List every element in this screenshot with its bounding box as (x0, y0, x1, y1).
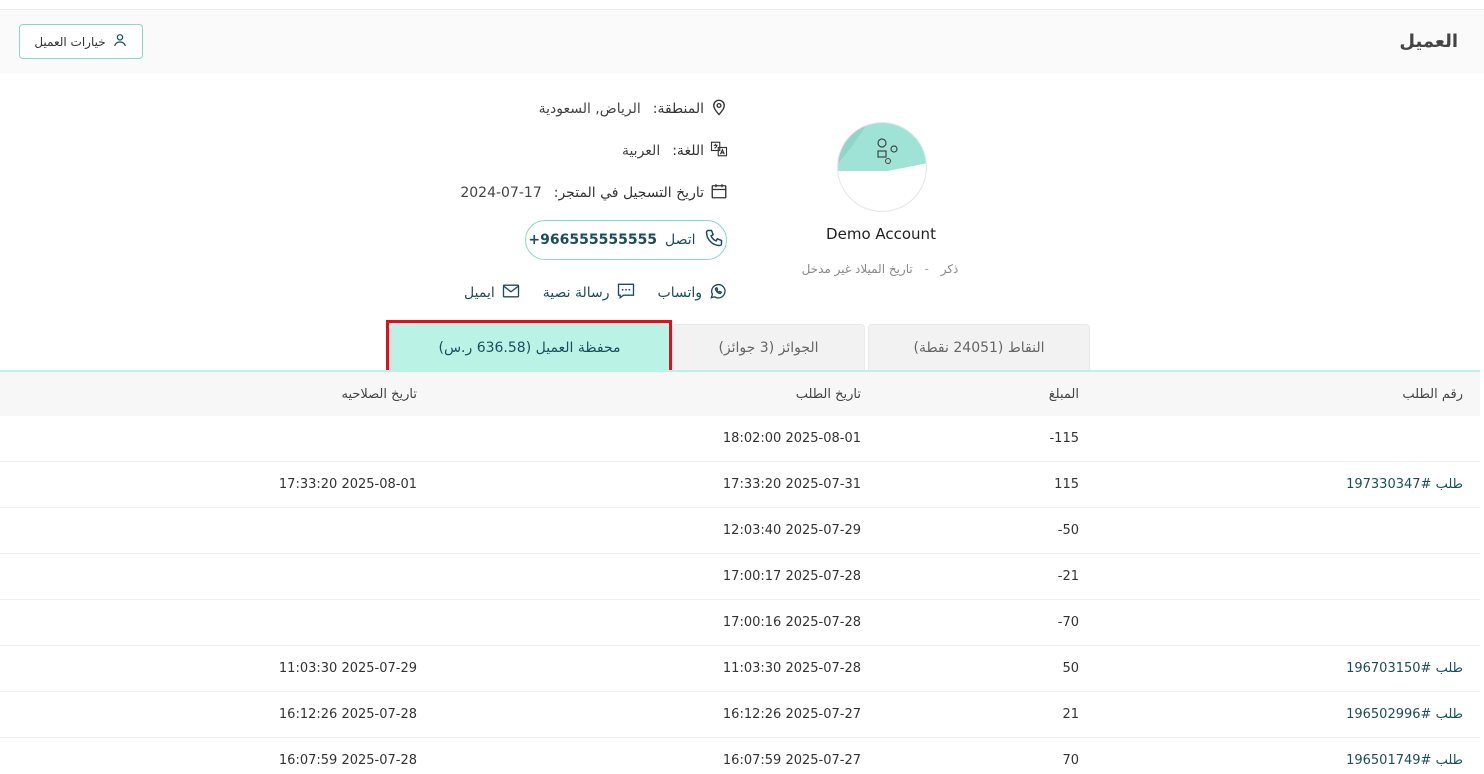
date-cell: 2025-07-28 17:00:17 (722, 569, 861, 584)
date-cell: 2025-07-31 17:33:20 (722, 477, 861, 492)
customer-options-label: خيارات العميل (34, 34, 106, 49)
gender-value: ذكر (940, 262, 959, 276)
column-date: تاريخ الطلب (795, 386, 861, 402)
location-pin-icon (710, 98, 728, 120)
top-divider (0, 0, 1484, 10)
table-row: 70- 2025-07-28 17:00:16 (0, 600, 1480, 646)
meta-separator: - (924, 262, 929, 276)
region-label: المنطقة: (652, 101, 704, 117)
customer-meta: ذكر - تاريخ الميلاد غير مدخل (770, 262, 990, 276)
region-value: الرياض, السعودية (538, 101, 641, 117)
date-cell: 2025-07-27 16:12:26 (722, 707, 861, 722)
amount-cell: 115 (1054, 477, 1079, 492)
whatsapp-link[interactable]: واتساب (658, 281, 728, 305)
contact-actions: واتساب رسالة نصية ايميل (464, 281, 728, 305)
wallet-table: رقم الطلب المبلغ تاريخ الطلب تاريخ الصلا… (0, 372, 1480, 774)
table-row: طلب #196502996 21 2025-07-27 16:12:26 20… (0, 692, 1480, 738)
registered-value: 2024-07-17 (460, 185, 542, 201)
region-row: المنطقة: الرياض, السعودية (539, 98, 728, 120)
amount-cell: 21- (1057, 569, 1079, 584)
registered-row: تاريخ التسجيل في المتجر: 2024-07-17 (460, 182, 728, 204)
amount-cell: 21 (1062, 707, 1079, 722)
amount-cell: 70- (1057, 615, 1079, 630)
table-row: 50- 2025-07-29 12:03:40 (0, 508, 1480, 554)
translate-icon (710, 140, 728, 162)
amount-cell: 50 (1062, 661, 1079, 676)
order-link[interactable]: طلب #197330347 (1346, 462, 1463, 507)
tab-points[interactable]: النقاط (24051 نقطة) (868, 324, 1090, 370)
whatsapp-icon (708, 281, 728, 305)
expiry-cell: 2025-07-28 16:12:26 (278, 707, 417, 722)
birthdate-value: تاريخ الميلاد غير مدخل (801, 262, 913, 276)
page-header: العميل خيارات العميل (0, 11, 1484, 73)
customer-name: Demo Account (826, 225, 936, 243)
date-cell: 2025-07-28 17:00:16 (722, 615, 861, 630)
expiry-cell: 2025-08-01 17:33:20 (278, 477, 417, 492)
order-link[interactable]: طلب #196501749 (1346, 738, 1463, 774)
phone-number: +966555555555 (528, 232, 658, 248)
registered-label: تاريخ التسجيل في المتجر: (553, 185, 704, 201)
table-row: طلب #197330347 115 2025-07-31 17:33:20 2… (0, 462, 1480, 508)
customer-options-button[interactable]: خيارات العميل (19, 24, 143, 59)
amount-cell: 70 (1062, 753, 1079, 768)
expiry-cell: 2025-07-28 16:07:59 (278, 753, 417, 768)
column-order: رقم الطلب (1402, 386, 1463, 402)
whatsapp-label: واتساب (657, 285, 702, 301)
date-cell: 2025-07-28 11:03:30 (722, 661, 861, 676)
language-value: العربية (621, 143, 661, 159)
language-label: اللغة: (672, 143, 704, 159)
sms-label: رسالة نصية (542, 285, 610, 301)
call-label: اتصل (665, 232, 696, 248)
amount-cell: 115- (1049, 431, 1079, 446)
message-icon (616, 281, 636, 305)
call-button[interactable]: اتصل +966555555555 (525, 220, 727, 260)
sms-link[interactable]: رسالة نصية (543, 281, 636, 305)
order-link[interactable]: طلب #196502996 (1346, 692, 1463, 737)
mail-icon (501, 281, 521, 305)
date-cell: 2025-07-27 16:07:59 (722, 753, 861, 768)
column-expiry: تاريخ الصلاحيه (341, 386, 417, 402)
table-row: طلب #196501749 70 2025-07-27 16:07:59 20… (0, 738, 1480, 774)
email-label: ايميل (464, 285, 495, 301)
tab-wallet[interactable]: محفظة العميل (636.58 ر.س) (390, 324, 669, 370)
amount-cell: 50- (1057, 523, 1079, 538)
user-icon (112, 32, 128, 51)
tab-prizes[interactable]: الجوائز (3 جوائز) (672, 324, 865, 370)
page-title: العميل (1399, 31, 1458, 52)
column-amount: المبلغ (1048, 386, 1079, 402)
date-cell: 2025-07-29 12:03:40 (722, 523, 861, 538)
table-row: 21- 2025-07-28 17:00:17 (0, 554, 1480, 600)
table-row: طلب #196703150 50 2025-07-28 11:03:30 20… (0, 646, 1480, 692)
date-cell: 2025-08-01 18:02:00 (722, 431, 861, 446)
table-header: رقم الطلب المبلغ تاريخ الطلب تاريخ الصلا… (0, 372, 1480, 416)
email-link[interactable]: ايميل (464, 281, 521, 305)
expiry-cell: 2025-07-29 11:03:30 (278, 661, 417, 676)
avatar (837, 122, 927, 212)
calendar-icon (710, 182, 728, 204)
table-row: 115- 2025-08-01 18:02:00 (0, 416, 1480, 462)
order-link[interactable]: طلب #196703150 (1346, 646, 1463, 691)
language-row: اللغة: العربية (622, 140, 728, 162)
phone-icon (704, 228, 724, 252)
tabs: النقاط (24051 نقطة) الجوائز (3 جوائز) مح… (0, 324, 1484, 372)
